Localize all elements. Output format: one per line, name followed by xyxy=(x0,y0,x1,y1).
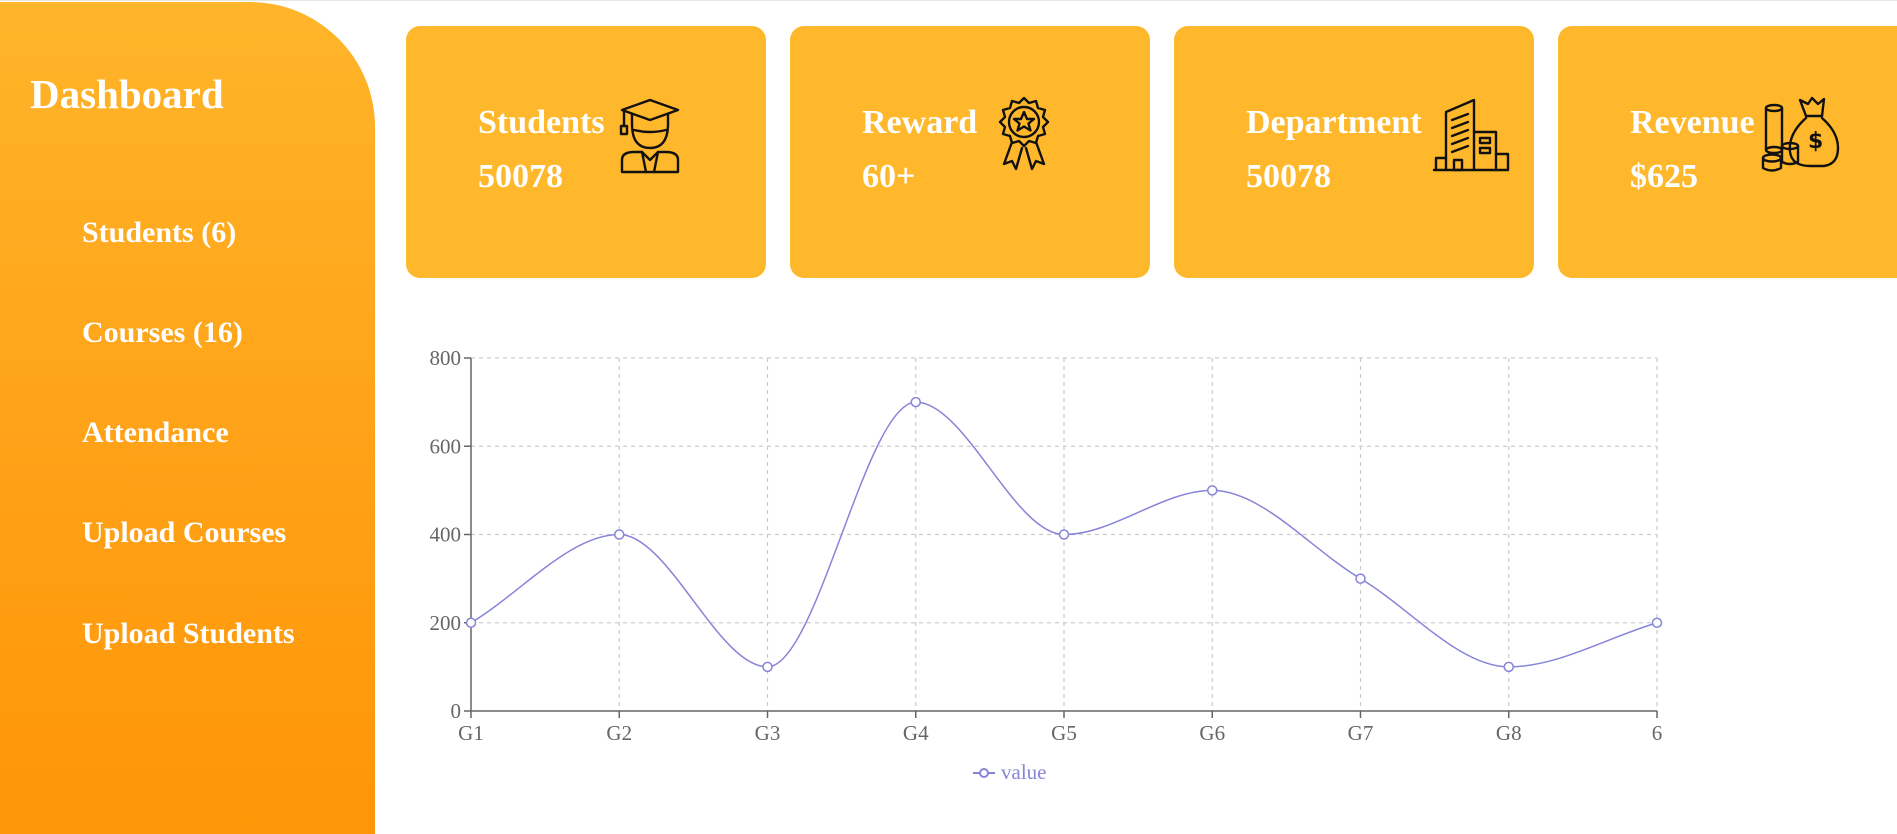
data-point xyxy=(465,617,477,628)
legend-line-icon xyxy=(973,767,995,778)
x-tick-label: G6 xyxy=(1199,721,1225,745)
x-tick-label: G1 xyxy=(458,721,484,745)
x-tick-label: G2 xyxy=(606,721,632,745)
x-tick-label: G8 xyxy=(1496,721,1522,745)
data-point xyxy=(910,396,921,408)
x-tick-label: G4 xyxy=(903,721,929,745)
data-point xyxy=(1058,529,1070,540)
y-tick-label: 0 xyxy=(451,699,462,723)
chart-legend[interactable]: value xyxy=(973,760,1046,785)
x-tick-label: G3 xyxy=(755,721,781,745)
data-point xyxy=(1503,661,1514,673)
data-point xyxy=(614,529,625,540)
y-tick-label: 400 xyxy=(430,523,462,547)
data-point xyxy=(762,661,773,673)
legend-label: value xyxy=(1001,760,1047,784)
x-tick-label: G5 xyxy=(1051,721,1077,745)
line-chart: 0 200 400 600 800 G1 G2 G3 G4 G5 G6 G7 G8 6 xyxy=(430,346,1663,745)
y-tick-label: 800 xyxy=(430,346,462,370)
x-tick-label: 6 xyxy=(1652,721,1663,745)
x-tick-label: G7 xyxy=(1348,721,1374,745)
data-point xyxy=(1651,617,1663,628)
y-tick-label: 200 xyxy=(430,611,462,635)
data-point xyxy=(1355,573,1366,584)
y-tick-label: 600 xyxy=(430,434,462,458)
data-point xyxy=(1207,485,1218,496)
